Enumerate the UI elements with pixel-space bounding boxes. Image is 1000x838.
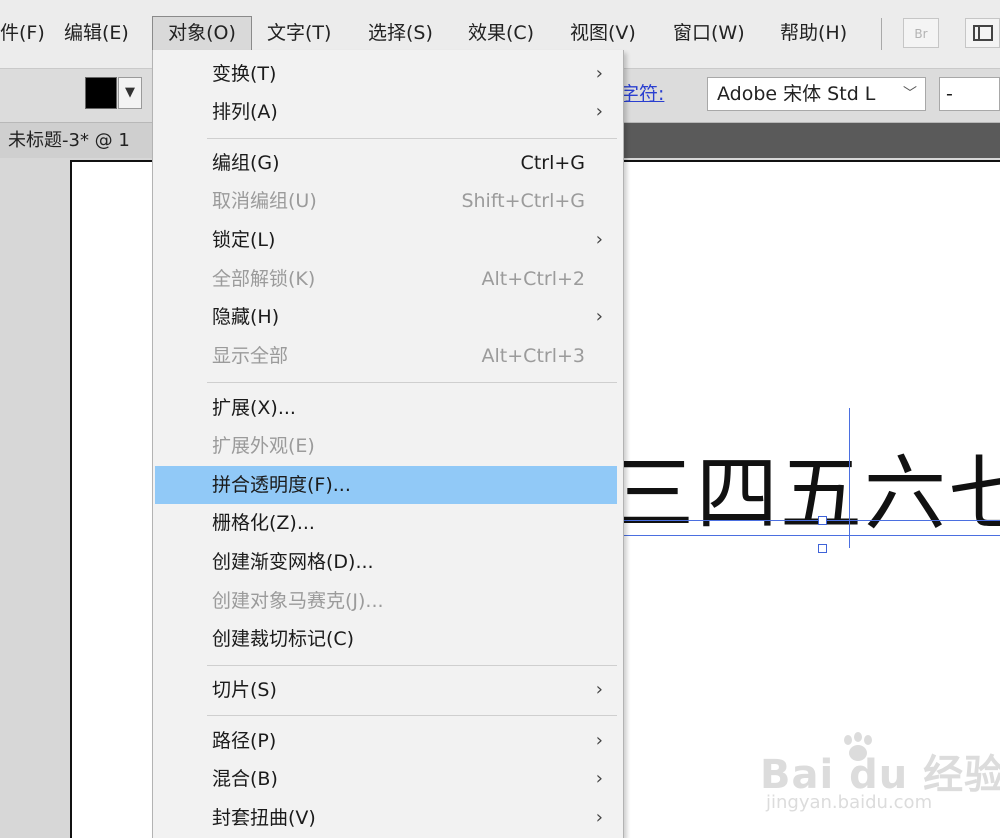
artboard-text[interactable]: 三四五六七 [612,445,1000,545]
document-tab[interactable]: 未标题-3* @ 1 [0,123,152,158]
chevron-down-icon[interactable]: ▼ [118,77,142,109]
menu-item-label: 隐藏(H) [212,306,280,328]
menu-item-rasterize[interactable]: 栅格化(Z)... [153,504,623,542]
menu-item-label: 显示全部 [212,345,289,367]
menu-item-envelope-distort[interactable]: 封套扭曲(V) › [153,799,623,837]
menu-item-arrange[interactable]: 排列(A) › [153,93,623,131]
menu-item-label: 创建裁切标记(C) [212,628,355,650]
menu-item-label: 变换(T) [212,63,277,85]
menu-item-blend[interactable]: 混合(B) › [153,760,623,798]
text-cursor-guide [849,408,850,548]
menu-item-label: 取消编组(U) [212,190,317,212]
submenu-arrow-icon: › [595,229,603,250]
menu-item-label: 混合(B) [212,768,278,790]
menu-item-hide[interactable]: 隐藏(H) › [153,298,623,336]
menu-object[interactable]: 对象(O) [152,16,252,52]
menu-item-label: 排列(A) [212,101,278,123]
menu-item-label: 路径(P) [212,730,277,752]
menu-item-expand[interactable]: 扩展(X)... [153,389,623,427]
submenu-arrow-icon: › [595,306,603,327]
menu-view[interactable]: 视图(V) [570,16,636,50]
bounding-box-handle[interactable] [818,544,827,553]
menu-item-shortcut: Shift+Ctrl+G [461,190,585,212]
menu-item-slice[interactable]: 切片(S) › [153,671,623,709]
menu-separator [207,382,617,383]
submenu-arrow-icon: › [595,679,603,700]
baidu-jingyan-watermark: Bai du 经验 jingyan.baidu.com [760,732,1000,822]
anchor-point-handle[interactable] [818,516,827,525]
menu-item-shortcut: Alt+Ctrl+2 [481,268,585,290]
menu-separator [207,138,617,139]
menu-window[interactable]: 窗口(W) [673,16,745,50]
baseline-guide [612,520,1000,521]
menu-effect[interactable]: 效果(C) [468,16,534,50]
font-family-select[interactable]: Adobe 宋体 Std L ﹀ [707,77,926,111]
bounding-box-edge [612,535,1000,536]
menu-item-create-trim-marks[interactable]: 创建裁切标记(C) [153,620,623,658]
menu-item-expand-appearance[interactable]: 扩展外观(E) [153,427,623,465]
object-menu-dropdown: 变换(T) › 排列(A) › 编组(G) Ctrl+G 取消编组(U) Shi… [152,50,624,838]
menu-item-path[interactable]: 路径(P) › [153,722,623,760]
character-panel-link[interactable]: 字符: [620,79,664,109]
workspace-layout-icon[interactable] [965,18,1000,48]
menu-item-label: 锁定(L) [212,229,276,251]
menu-separator [207,715,617,716]
menu-item-show-all[interactable]: 显示全部 Alt+Ctrl+3 [153,337,623,375]
menu-item-label: 编组(G) [212,152,280,174]
menu-item-label: 创建渐变网格(D)... [212,551,374,573]
menu-item-shortcut: Ctrl+G [520,152,585,174]
bridge-button[interactable]: Br [903,18,939,48]
menu-item-shortcut: Alt+Ctrl+3 [481,345,585,367]
menu-item-group[interactable]: 编组(G) Ctrl+G [153,144,623,182]
menu-select[interactable]: 选择(S) [368,16,433,50]
menu-item-ungroup[interactable]: 取消编组(U) Shift+Ctrl+G [153,182,623,220]
menu-item-lock[interactable]: 锁定(L) › [153,221,623,259]
menu-help[interactable]: 帮助(H) [780,16,847,50]
menu-item-label: 封套扭曲(V) [212,807,316,829]
menu-separator [881,18,882,50]
menu-item-flatten-transparency[interactable]: 拼合透明度(F)... [155,466,617,504]
menu-edit[interactable]: 编辑(E) [64,16,129,50]
menu-item-label: 切片(S) [212,679,277,701]
menu-item-create-object-mosaic[interactable]: 创建对象马赛克(J)... [153,582,623,620]
menu-item-label: 拼合透明度(F)... [212,474,351,496]
menu-item-unlock-all[interactable]: 全部解锁(K) Alt+Ctrl+2 [153,260,623,298]
menu-separator [207,665,617,666]
watermark-url: jingyan.baidu.com [766,792,933,813]
chevron-down-icon: ﹀ [903,86,917,102]
menu-item-label: 栅格化(Z)... [212,512,315,534]
menu-item-create-gradient-mesh[interactable]: 创建渐变网格(D)... [153,543,623,581]
font-style-select[interactable]: - [939,77,1000,111]
menu-item-label: 全部解锁(K) [212,268,316,290]
menu-item-transform[interactable]: 变换(T) › [153,55,623,93]
submenu-arrow-icon: › [595,101,603,122]
menu-file[interactable]: 件(F) [0,16,45,50]
submenu-arrow-icon: › [595,63,603,84]
menu-item-label: 创建对象马赛克(J)... [212,590,384,612]
font-family-value: Adobe 宋体 Std L [717,83,876,105]
submenu-arrow-icon: › [595,730,603,751]
menu-type[interactable]: 文字(T) [267,16,331,50]
fill-color-swatch[interactable] [85,77,117,109]
menu-item-label: 扩展(X)... [212,397,296,419]
submenu-arrow-icon: › [595,807,603,828]
submenu-arrow-icon: › [595,768,603,789]
menu-item-label: 扩展外观(E) [212,435,315,457]
